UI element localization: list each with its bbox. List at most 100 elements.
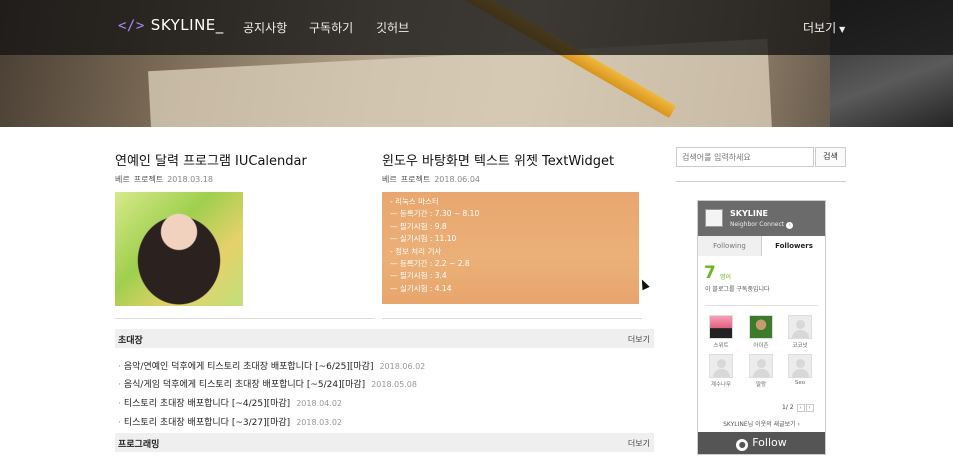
section-title: 초대장 — [118, 336, 143, 346]
user-icon: ● — [736, 439, 749, 451]
post-meta: 베르 프로젝트 2018.06.04 — [382, 174, 614, 185]
follower-count: 7 — [704, 263, 716, 283]
post-subcategory[interactable]: 프로젝트 — [134, 175, 163, 184]
nav-notice[interactable]: 공지사항 — [243, 19, 287, 36]
section-more-link[interactable]: 더보기 — [628, 334, 650, 345]
sidebar-divider — [676, 181, 846, 182]
thumb-text-line: - 정보 처리 기사 — [390, 246, 442, 256]
thumb-text-line: — 실기시험 : 4.14 — [390, 283, 452, 293]
follower-item[interactable]: 스위트 — [708, 315, 734, 349]
post-title[interactable]: 윈도우 바탕화면 텍스트 위젯 TextWidget — [382, 154, 614, 169]
chevron-right-icon[interactable]: › — [805, 404, 814, 412]
follower-item[interactable]: 코코넛 — [787, 315, 813, 349]
post-card-textwidget: 윈도우 바탕화면 텍스트 위젯 TextWidget 베르 프로젝트 2018.06… — [382, 150, 614, 185]
follower-name: 스위트 — [713, 343, 729, 349]
list-item[interactable]: · 티스토리 초대장 배포합니다 [~3/27][마감] 2018.03.02 — [118, 415, 342, 428]
search-button[interactable]: 검색 — [815, 147, 846, 167]
list-item-title: 음악/연예인 덕후에게 티스토리 초대장 배포합니다 [~6/25][마감] — [123, 362, 374, 372]
neighbor-connect-widget: SKYLINE Neighbor Connect › Following Foll… — [697, 200, 826, 455]
list-item-title: 티스토리 초대장 배포합니다 [~3/27][마감] — [123, 418, 291, 428]
header-banner: </> SKYLINE_ 공지사항 구독하기 깃허브 더보기 ▼ — [0, 0, 953, 127]
follower-item[interactable]: 계수나무 — [708, 354, 734, 388]
list-item-date: 2018.05.08 — [371, 380, 417, 389]
follow-button-label: Follow — [752, 436, 787, 449]
code-icon: </> — [118, 18, 145, 34]
widget-header: SKYLINE Neighbor Connect › — [698, 201, 825, 236]
post-meta: 베르 프로젝트 2018.03.18 — [115, 174, 307, 185]
follower-name: 계수나무 — [710, 382, 732, 388]
section-header-invitation: 초대장 더보기 — [115, 329, 654, 348]
bullet-icon: · — [118, 399, 121, 409]
list-item[interactable]: · 음식/게임 덕후에게 티스토리 초대장 배포합니다 [~5/24][마감] 20… — [118, 377, 417, 390]
chevron-left-icon[interactable]: ‹ — [796, 404, 805, 412]
follower-avatar — [709, 315, 733, 339]
thumb-text-line: - 리눅스 마스터 — [390, 197, 439, 206]
follower-name: 아이존 — [753, 343, 769, 349]
follower-item[interactable]: Seo — [787, 354, 813, 386]
list-item-date: 2018.06.02 — [379, 362, 426, 371]
nav-more-dropdown[interactable]: 더보기 ▼ — [803, 19, 845, 36]
site-logo-text: SKYLINE_ — [150, 16, 224, 34]
bullet-icon: · — [118, 418, 121, 428]
post-thumbnail-textwidget[interactable]: - 리눅스 마스터 — 등록기간 : 7.30 ~ 8.10 — 필기시험 : … — [382, 192, 639, 304]
post-category[interactable]: 베르 — [382, 175, 397, 184]
divider — [115, 318, 375, 319]
follower-pager: 1/ 2 ‹ › — [782, 404, 814, 412]
list-item[interactable]: · 음악/연예인 덕후에게 티스토리 초대장 배포합니다 [~6/25][마감] 2… — [118, 359, 425, 372]
thumb-text-line: — 등록기간 : 7.30 ~ 8.10 — [390, 209, 480, 219]
search-input[interactable] — [676, 147, 814, 167]
post-title[interactable]: 연예인 달력 프로그램 IUCalendar — [115, 154, 307, 169]
follower-avatar — [709, 354, 733, 378]
list-item-date: 2018.03.02 — [296, 418, 342, 427]
post-thumbnail-iucalendar[interactable] — [115, 192, 243, 306]
list-item-title: 티스토리 초대장 배포합니다 [~4/25][마감] — [123, 399, 291, 409]
post-date: 2018.03.18 — [167, 175, 213, 184]
follow-button[interactable]: ● Follow — [698, 432, 825, 454]
nav-github[interactable]: 깃허브 — [376, 19, 409, 36]
thumb-text-line: — 필기시험 : 9.8 — [390, 221, 447, 231]
tab-following[interactable]: Following — [698, 236, 762, 256]
widget-subtitle-text: Neighbor Connect — [730, 221, 785, 228]
post-date: 2018.06.04 — [434, 175, 480, 184]
mouse-cursor — [638, 277, 650, 291]
section-more-link[interactable]: 더보기 — [628, 438, 650, 449]
bullet-icon: · — [118, 362, 121, 372]
widget-blog-name[interactable]: SKYLINE — [730, 209, 768, 218]
post-subcategory[interactable]: 프로젝트 — [401, 175, 430, 184]
bullet-icon: · — [118, 380, 121, 390]
site-logo[interactable]: </> SKYLINE_ — [118, 16, 224, 34]
divider — [382, 318, 642, 319]
widget-subtitle[interactable]: Neighbor Connect › — [730, 221, 794, 229]
nav-subscribe[interactable]: 구독하기 — [309, 19, 353, 36]
thumb-text-line: — 실기시험 : 11.10 — [390, 234, 457, 244]
follower-item[interactable]: 아이존 — [748, 315, 774, 349]
follower-avatar — [749, 354, 773, 378]
follower-name: 말랑 — [755, 382, 767, 388]
avatar[interactable] — [705, 209, 723, 227]
follower-count-unit: 명이 — [720, 274, 732, 281]
thumb-text-line: — 필기시험 : 3.4 — [390, 271, 447, 281]
section-header-programming: 프로그래밍 더보기 — [115, 433, 654, 452]
post-category[interactable]: 베르 — [115, 175, 130, 184]
neighbor-new-posts-link[interactable]: SKYLINE님 이웃의 새글보기 › — [698, 419, 825, 428]
follower-name: 코코넛 — [792, 343, 808, 349]
section-title: 프로그래밍 — [118, 440, 160, 450]
navbar: </> SKYLINE_ 공지사항 구독하기 깃허브 더보기 ▼ — [0, 0, 953, 55]
list-item-date: 2018.04.02 — [296, 399, 342, 408]
list-item-title: 음식/게임 덕후에게 티스토리 초대장 배포합니다 [~5/24][마감] — [123, 380, 366, 390]
follower-item[interactable]: 말랑 — [748, 354, 774, 388]
neighbor-new-posts-text: SKYLINE님 이웃의 새글보기 — [723, 421, 796, 428]
follower-avatar — [788, 354, 812, 378]
follower-description: 이 블로그를 구독중입니다 — [705, 286, 770, 293]
list-item[interactable]: · 티스토리 초대장 배포합니다 [~4/25][마감] 2018.04.02 — [118, 396, 342, 409]
thumb-text-line: — 등록기간 : 2.2 ~ 2.8 — [390, 259, 470, 269]
follower-avatar — [788, 315, 812, 339]
follower-avatar — [749, 315, 773, 339]
post-card-iucalendar: 연예인 달력 프로그램 IUCalendar 베르 프로젝트 2018.03.18 — [115, 150, 307, 185]
caret-down-icon: ▼ — [839, 25, 846, 34]
nav-more-label: 더보기 — [803, 21, 837, 35]
tab-followers[interactable]: Followers — [762, 236, 825, 256]
pager-status: 1/ 2 — [782, 404, 794, 411]
follower-name: Seo — [794, 380, 806, 386]
chevron-right-icon: › — [786, 222, 794, 229]
